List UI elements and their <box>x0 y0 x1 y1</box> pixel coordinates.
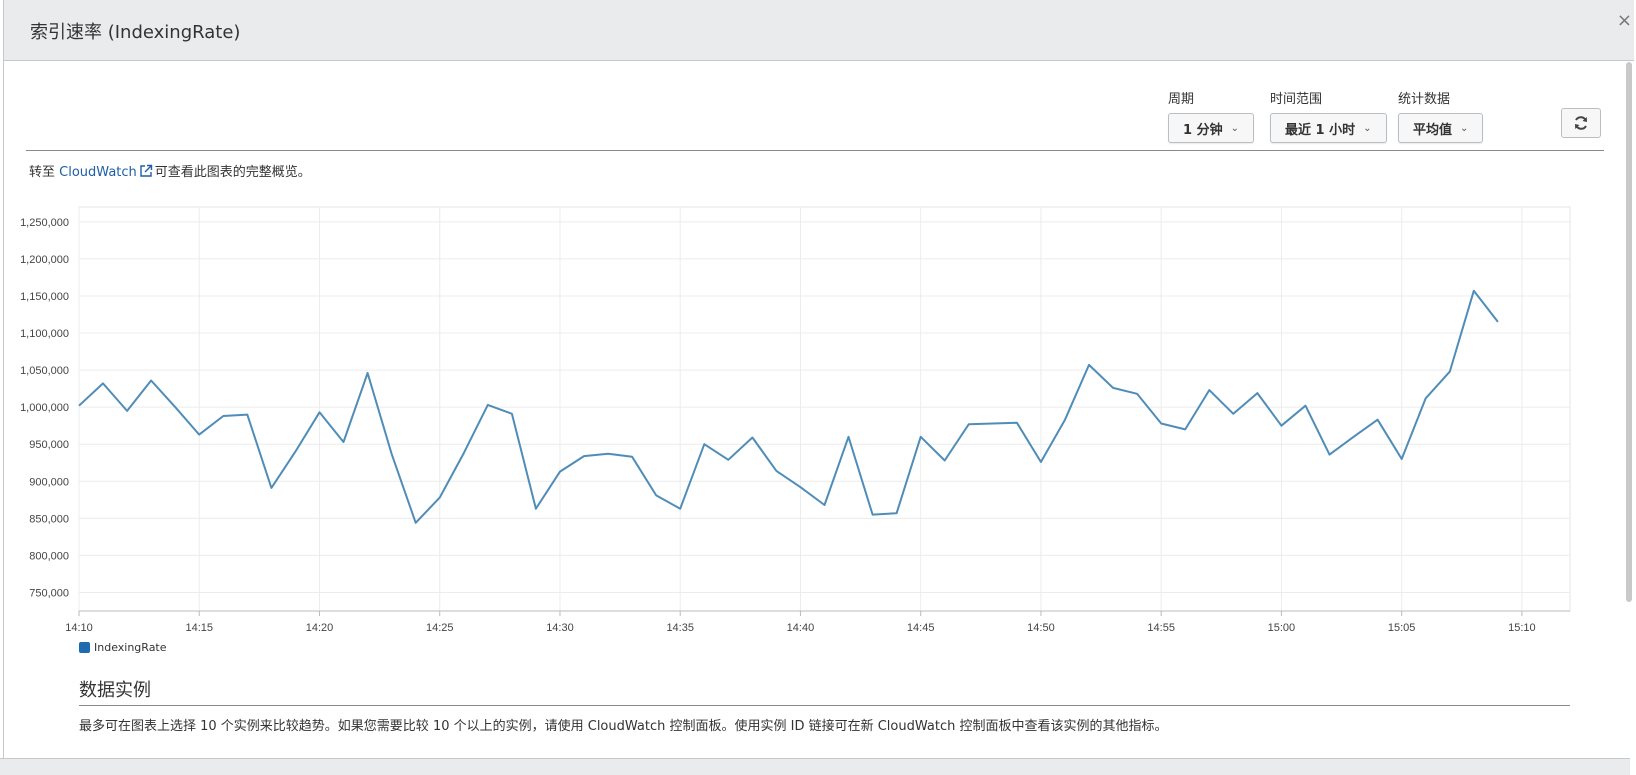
statistic-dropdown[interactable]: 平均值 ⌄ <box>1398 113 1484 143</box>
x-tick-label: 15:05 <box>1388 622 1416 634</box>
period-control: 周期 1 分钟 ⌄ <box>1168 88 1254 143</box>
y-tick-label: 1,100,000 <box>20 328 69 340</box>
x-tick-label: 15:00 <box>1268 622 1296 634</box>
x-tick-label: 14:40 <box>787 622 815 634</box>
x-tick-label: 14:45 <box>907 622 935 634</box>
plot-area <box>78 206 1571 612</box>
statistic-label: 统计数据 <box>1398 92 1451 107</box>
time-range-dropdown[interactable]: 最近 1 小时 ⌄ <box>1270 113 1387 143</box>
x-tick-label: 15:10 <box>1508 622 1536 634</box>
period-value: 1 分钟 <box>1183 122 1223 138</box>
chevron-down-icon: ⌄ <box>1460 122 1469 134</box>
refresh-icon <box>1575 116 1587 130</box>
cloudwatch-link-text: CloudWatch <box>59 165 137 180</box>
section-title: 数据实例 <box>79 680 151 701</box>
cloudwatch-note-prefix: 转至 <box>29 165 56 180</box>
period-dropdown[interactable]: 1 分钟 ⌄ <box>1168 113 1254 143</box>
close-icon[interactable]: × <box>1617 10 1632 31</box>
x-tick-label: 14:35 <box>666 622 694 634</box>
section-description: 最多可在图表上选择 10 个实例来比较趋势。如果您需要比较 10 个以上的实例，… <box>79 719 1168 734</box>
y-tick-label: 800,000 <box>29 550 69 562</box>
statistic-value: 平均值 <box>1413 122 1453 138</box>
section-divider <box>79 705 1570 706</box>
y-tick-label: 1,150,000 <box>20 291 69 303</box>
x-tick-label: 14:30 <box>546 622 574 634</box>
y-tick-label: 750,000 <box>29 587 69 599</box>
x-tick-label: 14:50 <box>1027 622 1055 634</box>
x-tick-label: 14:10 <box>65 622 93 634</box>
y-tick-label: 950,000 <box>29 439 69 451</box>
refresh-button[interactable] <box>1561 108 1601 138</box>
modal-footer <box>0 758 1630 775</box>
chevron-down-icon: ⌄ <box>1230 122 1239 134</box>
y-tick-label: 1,250,000 <box>20 217 69 229</box>
time-range-label: 时间范围 <box>1270 92 1323 107</box>
modal-title: 索引速率 (IndexingRate) <box>30 22 241 43</box>
x-tick-label: 14:15 <box>185 622 213 634</box>
y-tick-label: 1,050,000 <box>20 365 69 377</box>
x-tick-label: 14:25 <box>426 622 454 634</box>
x-tick-label: 14:55 <box>1147 622 1175 634</box>
legend-label: IndexingRate <box>94 641 167 654</box>
y-tick-label: 1,200,000 <box>20 254 69 266</box>
chevron-down-icon: ⌄ <box>1363 122 1372 134</box>
external-link-icon <box>140 164 152 177</box>
y-tick-label: 900,000 <box>29 476 69 488</box>
cloudwatch-note: 转至 CloudWatch 可查看此图表的完整概览。 <box>29 161 311 180</box>
x-tick-label: 14:20 <box>306 622 334 634</box>
time-range-value: 最近 1 小时 <box>1285 122 1356 138</box>
y-tick-label: 1,000,000 <box>20 402 69 414</box>
modal-header: 索引速率 (IndexingRate) × <box>4 0 1634 61</box>
y-tick-label: 850,000 <box>29 513 69 525</box>
legend-swatch <box>79 642 90 653</box>
divider <box>26 150 1604 151</box>
statistic-control: 统计数据 平均值 ⌄ <box>1398 88 1484 143</box>
chart-legend[interactable]: IndexingRate <box>79 641 167 654</box>
time-range-control: 时间范围 最近 1 小时 ⌄ <box>1270 88 1387 143</box>
scrollbar[interactable] <box>1626 62 1632 602</box>
cloudwatch-link[interactable]: CloudWatch <box>59 165 137 180</box>
period-label: 周期 <box>1168 92 1195 107</box>
indexing-rate-chart: 750,000 800,000 850,000 900,000 950,000 1,000… <box>20 206 1571 634</box>
cloudwatch-note-suffix: 可查看此图表的完整概览。 <box>154 165 311 180</box>
